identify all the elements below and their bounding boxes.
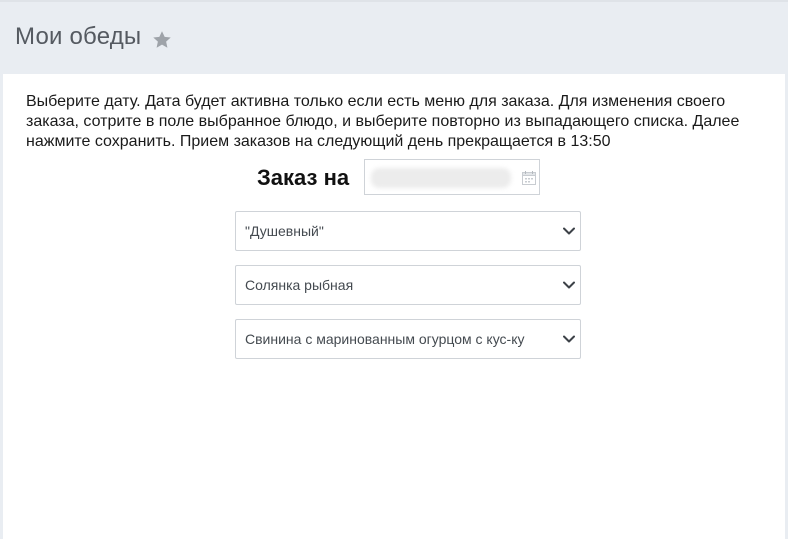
chevron-down-icon <box>563 335 575 343</box>
dish-select-value: Солянка рыбная <box>245 277 354 293</box>
calendar-icon[interactable] <box>522 171 536 185</box>
chevron-down-icon <box>563 281 575 289</box>
date-value-redacted <box>371 168 511 188</box>
dish-select-2[interactable]: Солянка рыбная <box>235 265 581 305</box>
star-icon[interactable] <box>151 29 173 51</box>
date-input[interactable] <box>364 159 540 195</box>
page-title: Мои обеды <box>15 23 142 50</box>
dish-select-value: Свинина с маринованным огурцом с кус-кус <box>245 331 525 347</box>
dish-select-1[interactable]: "Душевный" <box>235 211 581 251</box>
info-text: Выберите дату. Дата будет активна только… <box>26 93 740 150</box>
order-label: Заказ на <box>257 165 350 190</box>
page-header: Мои обеды <box>0 0 788 74</box>
dish-select-3[interactable]: Свинина с маринованным огурцом с кус-кус <box>235 319 581 359</box>
page: Мои обеды Выберите дату. Дата будет акти… <box>0 0 788 539</box>
top-strip <box>0 0 788 2</box>
dish-select-value: "Душевный" <box>245 223 324 239</box>
chevron-down-icon <box>563 227 575 235</box>
